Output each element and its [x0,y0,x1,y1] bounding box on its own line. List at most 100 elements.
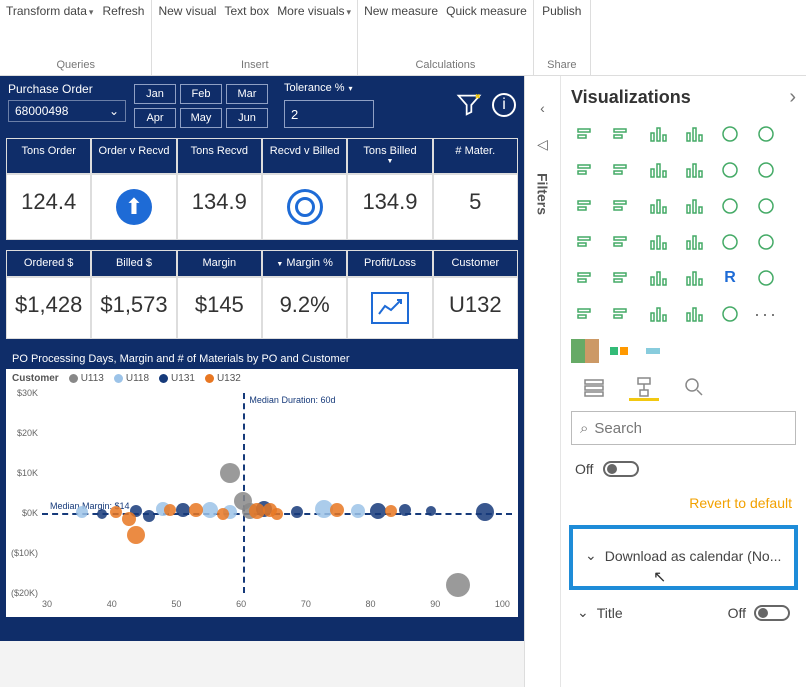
viz-more-icon[interactable]: ··· [751,299,781,329]
month-may[interactable]: May [180,108,222,128]
po-dropdown[interactable]: 68000498 ⌄ [8,100,126,122]
viz-line-col-icon[interactable] [679,155,709,185]
viz-slicer-icon[interactable] [607,263,637,293]
month-slicer: Jan Feb Mar Apr May Jun [134,84,268,128]
revert-to-default-link[interactable]: Revert to default [561,485,806,519]
bubble-U132[interactable] [127,526,145,544]
bubble-U118[interactable] [202,502,218,518]
viz-area-icon[interactable] [607,155,637,185]
viz-waterfall-icon[interactable] [571,191,601,221]
col-tons-billed: Tons Billed▼ [347,138,432,174]
filters-pane-collapsed[interactable]: ‹ ◁ Filters [525,76,561,687]
more-visuals-button[interactable]: More visuals▾ [277,2,351,18]
viz-matrix-icon[interactable] [679,263,709,293]
bubble-U132[interactable] [330,503,344,517]
custom-visual-1[interactable] [571,339,599,363]
viz-line-icon[interactable] [571,155,601,185]
bubble-U132[interactable] [217,508,229,520]
viz-clustered-bar-icon[interactable] [607,119,637,149]
viz-qa-icon[interactable] [607,299,637,329]
title-toggle[interactable] [754,605,790,621]
viz-treemap-icon[interactable] [751,191,781,221]
bubble-U132[interactable] [110,506,122,518]
viz-clustered-col-icon[interactable] [679,119,709,149]
new-visual-button[interactable]: New visual [158,2,216,18]
viz-map-icon[interactable] [571,227,601,257]
viz-line-col-2-icon[interactable] [715,155,745,185]
bubble-U131[interactable] [97,509,107,519]
download-as-calendar-header[interactable]: ⌄ Download as calendar (No... [579,547,788,564]
publish-button[interactable]: Publish [540,2,584,18]
bubble-U131[interactable] [370,503,386,519]
bubble-U132[interactable] [122,512,136,526]
col-billed: Billed $ [91,250,176,277]
viz-scatter-icon[interactable] [643,191,673,221]
month-jun[interactable]: Jun [226,108,268,128]
x-tick: 100 [495,599,510,613]
bubble-U113[interactable] [446,573,470,597]
bubble-U113[interactable] [220,463,240,483]
x-tick: 40 [107,599,117,613]
viz-pie-icon[interactable] [679,191,709,221]
property-toggle[interactable] [603,461,639,477]
refresh-button[interactable]: Refresh [101,2,145,18]
bubble-U132[interactable] [385,505,397,517]
viz-key-influencers-icon[interactable] [751,263,781,293]
viz-kpi-icon[interactable] [571,263,601,293]
bubble-U131[interactable] [476,503,494,521]
viz-multi-card-icon[interactable] [751,227,781,257]
bubble-U131[interactable] [143,510,155,522]
x-axis: 30405060708090100 [42,599,510,613]
quick-measure-button[interactable]: Quick measure [446,2,527,18]
bubble-U131[interactable] [426,506,436,516]
y-tick: $0K [22,508,38,518]
bubble-U132[interactable] [164,504,176,516]
bubble-U132[interactable] [189,503,203,517]
custom-visual-3[interactable] [639,339,667,363]
viz-stacked-bar-100-icon[interactable] [715,119,745,149]
tolerance-input[interactable]: 2 [284,100,374,128]
viz-shape-map-icon[interactable] [643,227,673,257]
viz-stacked-bar-icon[interactable] [571,119,601,149]
chart-title: PO Processing Days, Margin and # of Mate… [6,349,518,369]
viz-decomp-icon[interactable] [571,299,601,329]
bubble-U118[interactable] [76,506,88,518]
bubble-U132[interactable] [271,508,283,520]
month-feb[interactable]: Feb [180,84,222,104]
viz-arcgis-icon[interactable] [715,299,745,329]
format-tab[interactable] [629,375,659,401]
viz-gauge-icon[interactable] [679,227,709,257]
analytics-tab[interactable] [679,375,709,401]
transform-data-button[interactable]: Transform data▾ [6,2,93,18]
title-section-label[interactable]: Title [597,605,720,621]
info-icon[interactable]: i [492,93,516,117]
viz-funnel-icon[interactable] [607,191,637,221]
bubble-U131[interactable] [291,506,303,518]
month-mar[interactable]: Mar [226,84,268,104]
viz-stacked-col-icon[interactable] [643,119,673,149]
viz-filled-map-icon[interactable] [607,227,637,257]
viz-card-icon[interactable] [715,227,745,257]
viz-table-icon[interactable] [643,263,673,293]
viz-stacked-area-icon[interactable] [643,155,673,185]
chevron-right-icon[interactable]: › [789,86,796,109]
viz-ribbon-icon[interactable] [751,155,781,185]
bubble-U118[interactable] [351,504,365,518]
text-box-button[interactable]: Text box [224,2,269,18]
filter-funnel-icon[interactable] [454,90,484,120]
bubble-U131[interactable] [399,504,411,516]
custom-visual-2[interactable] [605,339,633,363]
bubble-U131[interactable] [176,503,190,517]
month-jan[interactable]: Jan [134,84,176,104]
new-measure-button[interactable]: New measure [364,2,438,18]
viz-narrative-icon[interactable] [643,299,673,329]
viz-r-visual-icon[interactable]: R [715,263,745,293]
bubble-U132[interactable] [249,503,265,519]
viz-paginated-icon[interactable] [679,299,709,329]
fields-tab[interactable] [579,375,609,401]
format-search-input[interactable]: ⌕ Search [571,411,796,445]
scatter-chart[interactable]: PO Processing Days, Margin and # of Mate… [6,349,518,617]
viz-donut-icon[interactable] [715,191,745,221]
month-apr[interactable]: Apr [134,108,176,128]
viz-stacked-col-100-icon[interactable] [751,119,781,149]
